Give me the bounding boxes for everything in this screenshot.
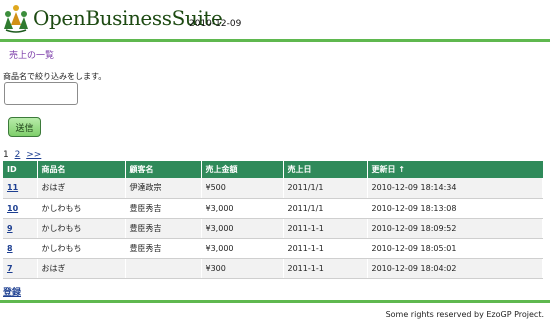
app-logo[interactable]: OpenBusinessSuite bbox=[3, 3, 223, 34]
header: OpenBusinessSuite 2010-12-09 bbox=[0, 0, 550, 40]
filter-label: 商品名で絞り込みをします。 bbox=[3, 72, 107, 81]
header-divider bbox=[0, 39, 550, 42]
people-circle-logo-icon bbox=[4, 5, 28, 33]
customer-cell: 伊達政宗 bbox=[125, 178, 202, 199]
page-2-link[interactable]: 2 bbox=[15, 150, 21, 160]
submit-button[interactable]: 送信 bbox=[8, 117, 41, 137]
product-cell: おはぎ bbox=[37, 258, 126, 279]
record-id-link[interactable]: 9 bbox=[7, 224, 13, 233]
id-cell: 7 bbox=[3, 258, 38, 279]
id-cell: 11 bbox=[3, 178, 38, 199]
record-id-link[interactable]: 7 bbox=[7, 264, 13, 273]
table-header-row: ID 商品名 顧客名 売上金額 売上日 更新日 ↑ bbox=[3, 161, 543, 178]
column-header-customer[interactable]: 顧客名 bbox=[125, 161, 202, 178]
column-header-amount[interactable]: 売上金額 bbox=[201, 161, 284, 178]
header-date: 2010-12-09 bbox=[189, 19, 242, 29]
product-cell: かしわもち bbox=[37, 218, 126, 239]
amount-cell: ¥3,000 bbox=[201, 218, 284, 239]
column-header-sale-date[interactable]: 売上日 bbox=[283, 161, 368, 178]
id-cell: 10 bbox=[3, 198, 38, 219]
sale-date-cell: 2011-1-1 bbox=[283, 238, 368, 259]
id-cell: 9 bbox=[3, 218, 38, 239]
sale-date-cell: 2011-1-1 bbox=[283, 258, 368, 279]
column-header-product[interactable]: 商品名 bbox=[37, 161, 126, 178]
current-page: 1 bbox=[3, 150, 9, 160]
sales-list-link[interactable]: 売上の一覧 bbox=[9, 48, 54, 61]
product-filter-input[interactable] bbox=[4, 82, 78, 105]
column-header-updated[interactable]: 更新日 ↑ bbox=[367, 161, 543, 178]
sale-date-cell: 2011-1-1 bbox=[283, 218, 368, 239]
product-cell: おはぎ bbox=[37, 178, 126, 199]
record-id-link[interactable]: 8 bbox=[7, 244, 13, 253]
record-id-link[interactable]: 11 bbox=[7, 183, 18, 192]
updated-cell: 2010-12-09 18:05:01 bbox=[367, 238, 543, 259]
record-id-link[interactable]: 10 bbox=[7, 204, 18, 213]
next-page-link[interactable]: >> bbox=[26, 150, 41, 160]
amount-cell: ¥500 bbox=[201, 178, 284, 199]
register-link[interactable]: 登録 bbox=[3, 285, 21, 298]
sale-date-cell: 2011/1/1 bbox=[283, 198, 368, 219]
customer-cell: 豊臣秀吉 bbox=[125, 218, 202, 239]
column-header-id[interactable]: ID bbox=[3, 161, 38, 178]
sales-table: ID 商品名 顧客名 売上金額 売上日 更新日 ↑ 11 おはぎ 伊達政宗 ¥5… bbox=[3, 161, 543, 279]
updated-cell: 2010-12-09 18:13:08 bbox=[367, 198, 543, 219]
updated-cell: 2010-12-09 18:09:52 bbox=[367, 218, 543, 239]
product-cell: かしわもち bbox=[37, 198, 126, 219]
customer-cell bbox=[125, 258, 202, 279]
amount-cell: ¥300 bbox=[201, 258, 284, 279]
customer-cell: 豊臣秀吉 bbox=[125, 238, 202, 259]
table-row: 7 おはぎ ¥300 2011-1-1 2010-12-09 18:04:02 bbox=[3, 258, 543, 279]
amount-cell: ¥3,000 bbox=[201, 238, 284, 259]
id-cell: 8 bbox=[3, 238, 38, 259]
updated-cell: 2010-12-09 18:14:34 bbox=[367, 178, 543, 199]
updated-cell: 2010-12-09 18:04:02 bbox=[367, 258, 543, 279]
customer-cell: 豊臣秀吉 bbox=[125, 198, 202, 219]
table-row: 8 かしわもち 豊臣秀吉 ¥3,000 2011-1-1 2010-12-09 … bbox=[3, 238, 543, 259]
footer-copyright: Some rights reserved by EzoGP Project. bbox=[385, 310, 544, 319]
sale-date-cell: 2011/1/1 bbox=[283, 178, 368, 199]
footer-divider bbox=[0, 300, 550, 303]
table-row: 9 かしわもち 豊臣秀吉 ¥3,000 2011-1-1 2010-12-09 … bbox=[3, 218, 543, 239]
pagination: 1 2 >> bbox=[3, 150, 41, 160]
table-row: 11 おはぎ 伊達政宗 ¥500 2011/1/1 2010-12-09 18:… bbox=[3, 178, 543, 199]
product-cell: かしわもち bbox=[37, 238, 126, 259]
amount-cell: ¥3,000 bbox=[201, 198, 284, 219]
table-row: 10 かしわもち 豊臣秀吉 ¥3,000 2011/1/1 2010-12-09… bbox=[3, 198, 543, 219]
